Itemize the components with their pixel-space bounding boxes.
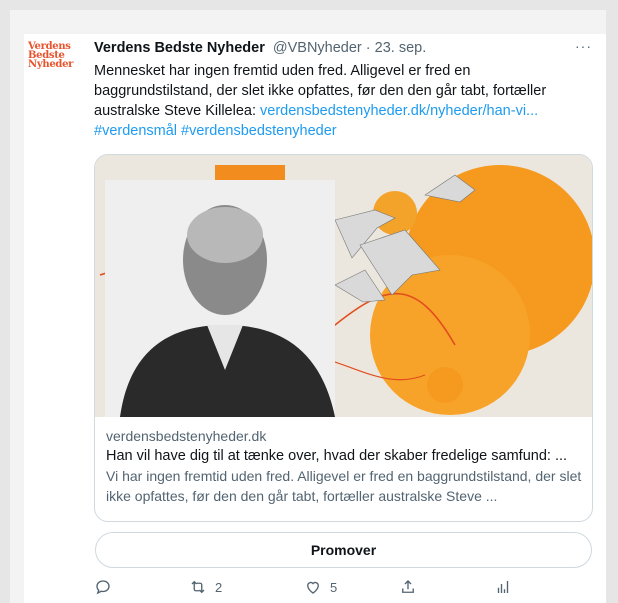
promote-button[interactable]: Promover	[95, 532, 592, 568]
card-domain: verdensbedstenyheder.dk	[106, 428, 267, 444]
card-description: Vi har ingen fremtid uden fred. Alligeve…	[106, 468, 582, 504]
analytics-button[interactable]	[494, 578, 512, 596]
card-meta: verdensbedstenyheder.dk Han vil have dig…	[106, 427, 586, 506]
tweet-date[interactable]: 23. sep.	[375, 40, 427, 56]
share-icon	[402, 580, 414, 593]
tweet[interactable]: Verdens Bedste Nyheder Verdens Bedste Ny…	[24, 34, 606, 603]
account-name[interactable]: Verdens Bedste Nyheder	[94, 40, 265, 56]
like-button[interactable]: 5	[304, 578, 337, 596]
card-title: Han vil have dig til at tænke over, hvad…	[106, 448, 568, 464]
hashtags[interactable]: #verdensmål #verdensbedstenyheder	[94, 123, 337, 139]
account-handle[interactable]: @VBNyheder	[273, 40, 362, 56]
more-options-icon[interactable]: ···	[575, 38, 592, 54]
action-bar: 2 5	[94, 578, 524, 600]
share-button[interactable]	[399, 578, 417, 596]
tweet-header: Verdens Bedste Nyheder @VBNyheder · 23. …	[94, 40, 426, 56]
avatar-line: Nyheder	[28, 59, 74, 70]
retweet-count: 2	[215, 579, 223, 595]
card-image	[95, 155, 592, 417]
reply-button[interactable]	[94, 578, 120, 596]
link-card[interactable]: verdensbedstenyheder.dk Han vil have dig…	[94, 154, 593, 522]
tweet-text: Mennesket har ingen fremtid uden fred. A…	[94, 61, 584, 141]
retweet-button[interactable]: 2	[189, 578, 222, 596]
like-count: 5	[330, 579, 338, 595]
retweet-icon	[191, 580, 205, 594]
header-separator: ·	[365, 40, 371, 56]
reply-icon	[96, 580, 110, 595]
article-link[interactable]: verdensbedstenyheder.dk/nyheder/han-vi..…	[260, 103, 538, 119]
analytics-icon	[497, 581, 509, 593]
avatar[interactable]: Verdens Bedste Nyheder	[28, 42, 74, 88]
heart-icon	[307, 581, 319, 594]
